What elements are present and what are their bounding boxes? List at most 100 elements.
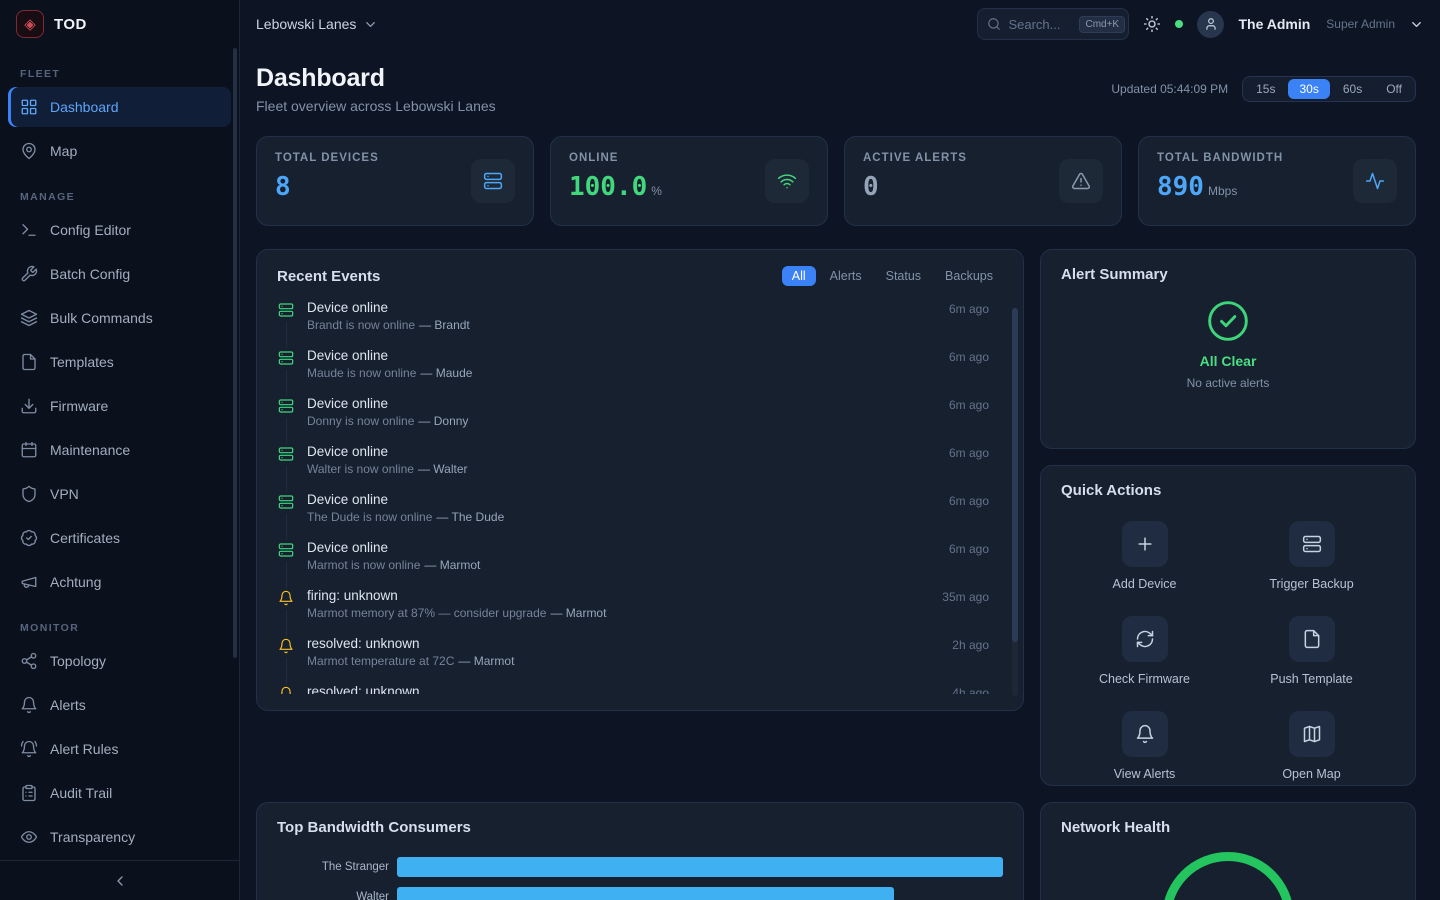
refresh-interval-control: 15s 30s 60s Off xyxy=(1242,76,1416,102)
sidebar-item-firmware[interactable]: Firmware xyxy=(8,386,231,426)
event-title: resolved: unknown xyxy=(307,684,940,694)
event-title: Device online xyxy=(307,492,937,507)
shield-icon xyxy=(20,485,38,503)
quick-action-label: Open Map xyxy=(1282,767,1340,781)
event-detail: Donny is now online xyxy=(307,414,414,428)
alert-summary-title: Alert Summary xyxy=(1061,266,1168,283)
megaphone-icon xyxy=(20,573,38,591)
refresh-option-off[interactable]: Off xyxy=(1375,79,1413,99)
quick-action-label: Add Device xyxy=(1113,577,1177,591)
refresh-option-15s[interactable]: 15s xyxy=(1245,79,1286,99)
bandwidth-device-label: Walter xyxy=(277,891,389,900)
sun-icon xyxy=(1143,15,1161,33)
event-time: 6m ago xyxy=(949,396,989,444)
sidebar-item-map[interactable]: Map xyxy=(8,131,231,171)
stat-value: 0 xyxy=(863,172,879,202)
alert-message: No active alerts xyxy=(1187,376,1270,390)
filter-backups[interactable]: Backups xyxy=(935,266,1003,286)
bell-icon xyxy=(278,638,294,654)
quick-action-label: View Alerts xyxy=(1114,767,1176,781)
topbar-right: Cmd+K The Admin Super Admin xyxy=(977,8,1424,40)
event-time: 6m ago xyxy=(949,348,989,396)
sidebar-item-label: Alerts xyxy=(50,697,86,713)
event-device: — Marmot xyxy=(550,606,606,620)
event-detail: Maude is now online xyxy=(307,366,416,380)
sidebar-item-transparency[interactable]: Transparency xyxy=(8,817,231,857)
sidebar-item-topology[interactable]: Topology xyxy=(8,641,231,681)
stat-unit: % xyxy=(651,184,662,198)
stat-card-online: ONLINE 100.0% xyxy=(550,136,828,226)
sidebar-item-bulk-commands[interactable]: Bulk Commands xyxy=(8,298,231,338)
avatar[interactable] xyxy=(1197,11,1224,38)
event-title: Device online xyxy=(307,396,937,411)
user-icon xyxy=(1204,17,1218,31)
events-scrollbar-thumb[interactable] xyxy=(1012,308,1018,642)
sidebar-item-label: Templates xyxy=(50,354,114,370)
quick-action-open-map[interactable]: Open Map xyxy=(1228,711,1395,781)
quick-action-view-alerts[interactable]: View Alerts xyxy=(1061,711,1228,781)
nav-section-manage: Manage xyxy=(8,175,231,210)
theme-toggle-button[interactable] xyxy=(1143,15,1161,33)
sidebar: ◈ TOD Fleet Dashboard Map Manage Config … xyxy=(0,0,240,900)
bandwidth-row: The Stranger xyxy=(277,852,1003,882)
sidebar-item-audit-trail[interactable]: Audit Trail xyxy=(8,773,231,813)
sidebar-item-dashboard[interactable]: Dashboard xyxy=(8,87,231,127)
event-title: firing: unknown xyxy=(307,588,930,603)
server-icon xyxy=(1289,521,1335,567)
event-device: — Marmot xyxy=(458,654,514,668)
refresh-option-30s[interactable]: 30s xyxy=(1288,79,1329,99)
quick-action-add-device[interactable]: Add Device xyxy=(1061,521,1228,591)
sidebar-item-achtung[interactable]: Achtung xyxy=(8,562,231,602)
chevron-down-icon xyxy=(363,17,378,32)
sidebar-item-config-editor[interactable]: Config Editor xyxy=(8,210,231,250)
quick-action-push-template[interactable]: Push Template xyxy=(1228,616,1395,686)
activity-icon xyxy=(1353,159,1397,203)
check-circle-icon xyxy=(1206,299,1250,343)
bandwidth-chart: The Stranger Walter xyxy=(277,852,1003,900)
sidebar-scrollbar-thumb[interactable] xyxy=(233,48,237,658)
alert-status: All Clear xyxy=(1200,353,1257,369)
sidebar-item-certificates[interactable]: Certificates xyxy=(8,518,231,558)
event-time: 6m ago xyxy=(949,540,989,588)
server-icon xyxy=(278,446,294,462)
stat-card-active-alerts: ACTIVE ALERTS 0 xyxy=(844,136,1122,226)
stat-value: 8 xyxy=(275,172,291,202)
dashboard-grid: Recent Events All Alerts Status Backups … xyxy=(256,249,1416,900)
org-switcher[interactable]: Lebowski Lanes xyxy=(256,16,378,32)
quick-action-check-firmware[interactable]: Check Firmware xyxy=(1061,616,1228,686)
quick-action-label: Check Firmware xyxy=(1099,672,1190,686)
sidebar-item-label: Bulk Commands xyxy=(50,310,153,326)
right-column: Alert Summary All Clear No active alerts… xyxy=(1040,249,1416,786)
sidebar-collapse-button[interactable] xyxy=(0,860,239,900)
brand-name: TOD xyxy=(54,16,87,33)
sidebar-item-alert-rules[interactable]: Alert Rules xyxy=(8,729,231,769)
filter-status[interactable]: Status xyxy=(876,266,931,286)
event-title: Device online xyxy=(307,348,937,363)
server-icon xyxy=(278,398,294,414)
quick-action-trigger-backup[interactable]: Trigger Backup xyxy=(1228,521,1395,591)
stat-card-total-devices: TOTAL DEVICES 8 xyxy=(256,136,534,226)
search-input[interactable] xyxy=(1008,17,1072,32)
event-row: Device onlineMaude is now online— Maude … xyxy=(277,348,989,396)
filter-all[interactable]: All xyxy=(782,266,816,286)
sidebar-header: ◈ TOD xyxy=(0,0,239,48)
sidebar-item-maintenance[interactable]: Maintenance xyxy=(8,430,231,470)
sidebar-item-vpn[interactable]: VPN xyxy=(8,474,231,514)
filter-alerts[interactable]: Alerts xyxy=(820,266,872,286)
sidebar-item-alerts[interactable]: Alerts xyxy=(8,685,231,725)
sidebar-item-batch-config[interactable]: Batch Config xyxy=(8,254,231,294)
recent-events-title: Recent Events xyxy=(277,268,380,285)
event-time: 6m ago xyxy=(949,444,989,492)
event-row: Device onlineThe Dude is now online— The… xyxy=(277,492,989,540)
search-box[interactable]: Cmd+K xyxy=(977,8,1129,40)
refresh-option-60s[interactable]: 60s xyxy=(1332,79,1373,99)
user-menu-button[interactable] xyxy=(1409,17,1424,32)
server-icon xyxy=(278,350,294,366)
last-updated: Updated 05:44:09 PM xyxy=(1111,82,1228,96)
event-title: resolved: unknown xyxy=(307,636,940,651)
sidebar-item-label: Config Editor xyxy=(50,222,131,238)
sidebar-item-label: Topology xyxy=(50,653,106,669)
sidebar-item-templates[interactable]: Templates xyxy=(8,342,231,382)
user-name: The Admin xyxy=(1238,16,1310,32)
event-detail: Walter is now online xyxy=(307,462,414,476)
